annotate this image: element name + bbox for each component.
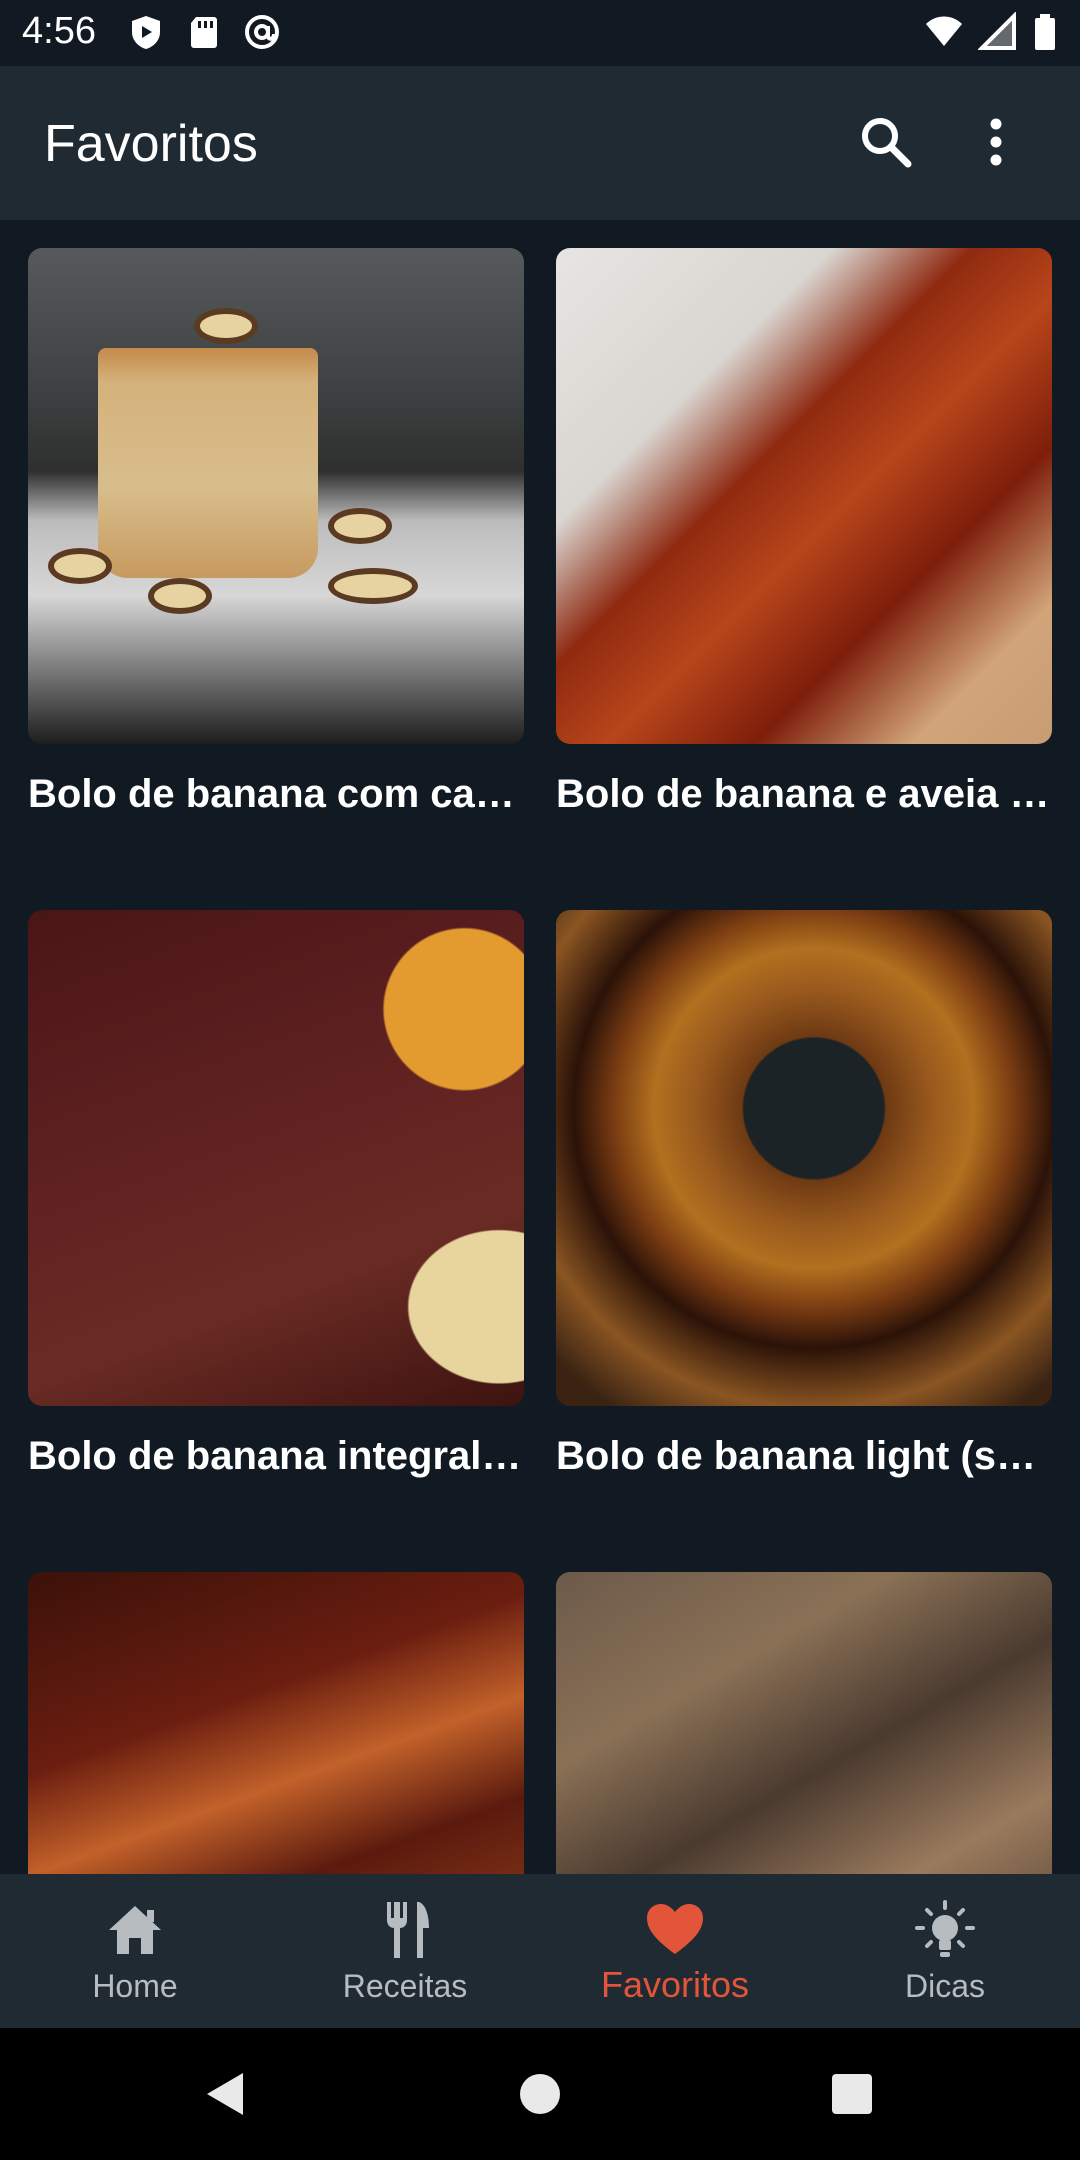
fork-knife-icon (373, 1898, 437, 1962)
battery-icon (1032, 12, 1058, 52)
favorites-grid: Bolo de banana com can… Bolo de banana e… (0, 220, 1080, 1874)
nav-label: Dicas (904, 1968, 985, 2004)
circle-home-icon (520, 2074, 560, 2114)
wifi-icon (924, 12, 964, 52)
signal-icon (977, 11, 1018, 52)
status-right-icons (924, 11, 1058, 52)
nav-label: Favoritos (600, 1964, 750, 2005)
app-bar: Favoritos (0, 66, 1080, 220)
lightbulb-icon (913, 1898, 977, 1962)
search-button[interactable] (850, 106, 922, 178)
status-left-icons (126, 12, 282, 52)
nav-label: Receitas (342, 1968, 468, 2004)
recipe-card[interactable]: Bolo de banana light (se… (556, 910, 1052, 1479)
nav-label: Home (92, 1968, 178, 2004)
home-system-button[interactable] (510, 2064, 570, 2124)
home-icon (103, 1898, 167, 1962)
nav-item-home[interactable]: Home (0, 1874, 270, 2028)
nav-item-receitas[interactable]: Receitas (270, 1874, 540, 2028)
sd-card-icon (184, 12, 224, 52)
nav-item-favoritos[interactable]: Favoritos (540, 1874, 810, 2028)
recipe-card[interactable]: Bolo de banana e aveia c… (556, 248, 1052, 817)
status-time: 4:56 (22, 10, 96, 52)
status-bar: 4:56 (0, 0, 1080, 66)
more-options-button[interactable] (960, 106, 1032, 178)
recipe-image (28, 1572, 524, 1874)
square-recents-icon (832, 2074, 872, 2114)
shield-icon (126, 12, 166, 52)
recipe-image (28, 248, 524, 744)
system-navigation-bar (0, 2028, 1080, 2160)
heart-icon (643, 1898, 707, 1962)
back-button[interactable] (196, 2064, 256, 2124)
recipe-image (556, 1572, 1052, 1874)
page-title: Favoritos (44, 115, 258, 173)
back-icon (207, 2073, 243, 2115)
recipe-image (556, 248, 1052, 744)
recents-button[interactable] (822, 2064, 882, 2124)
recipe-card[interactable]: Bolo de banana com can… (28, 248, 524, 817)
recipe-title: Bolo de banana light (se… (556, 1434, 1052, 1478)
at-sign-icon (242, 12, 282, 52)
bottom-navigation: Home Receitas Favoritos Dicas (0, 1874, 1080, 2028)
search-icon (862, 118, 912, 168)
recipe-title: Bolo de banana integral c… (28, 1434, 524, 1478)
recipe-image (556, 910, 1052, 1406)
recipe-title: Bolo de banana com can… (28, 772, 524, 816)
recipe-image (28, 910, 524, 1406)
recipe-card[interactable] (28, 1572, 524, 1874)
recipe-card[interactable]: Bolo de banana integral c… (28, 910, 524, 1479)
nav-item-dicas[interactable]: Dicas (810, 1874, 1080, 2028)
recipe-card[interactable] (556, 1572, 1052, 1874)
recipe-title: Bolo de banana e aveia c… (556, 772, 1052, 816)
more-vert-icon (990, 118, 1002, 166)
